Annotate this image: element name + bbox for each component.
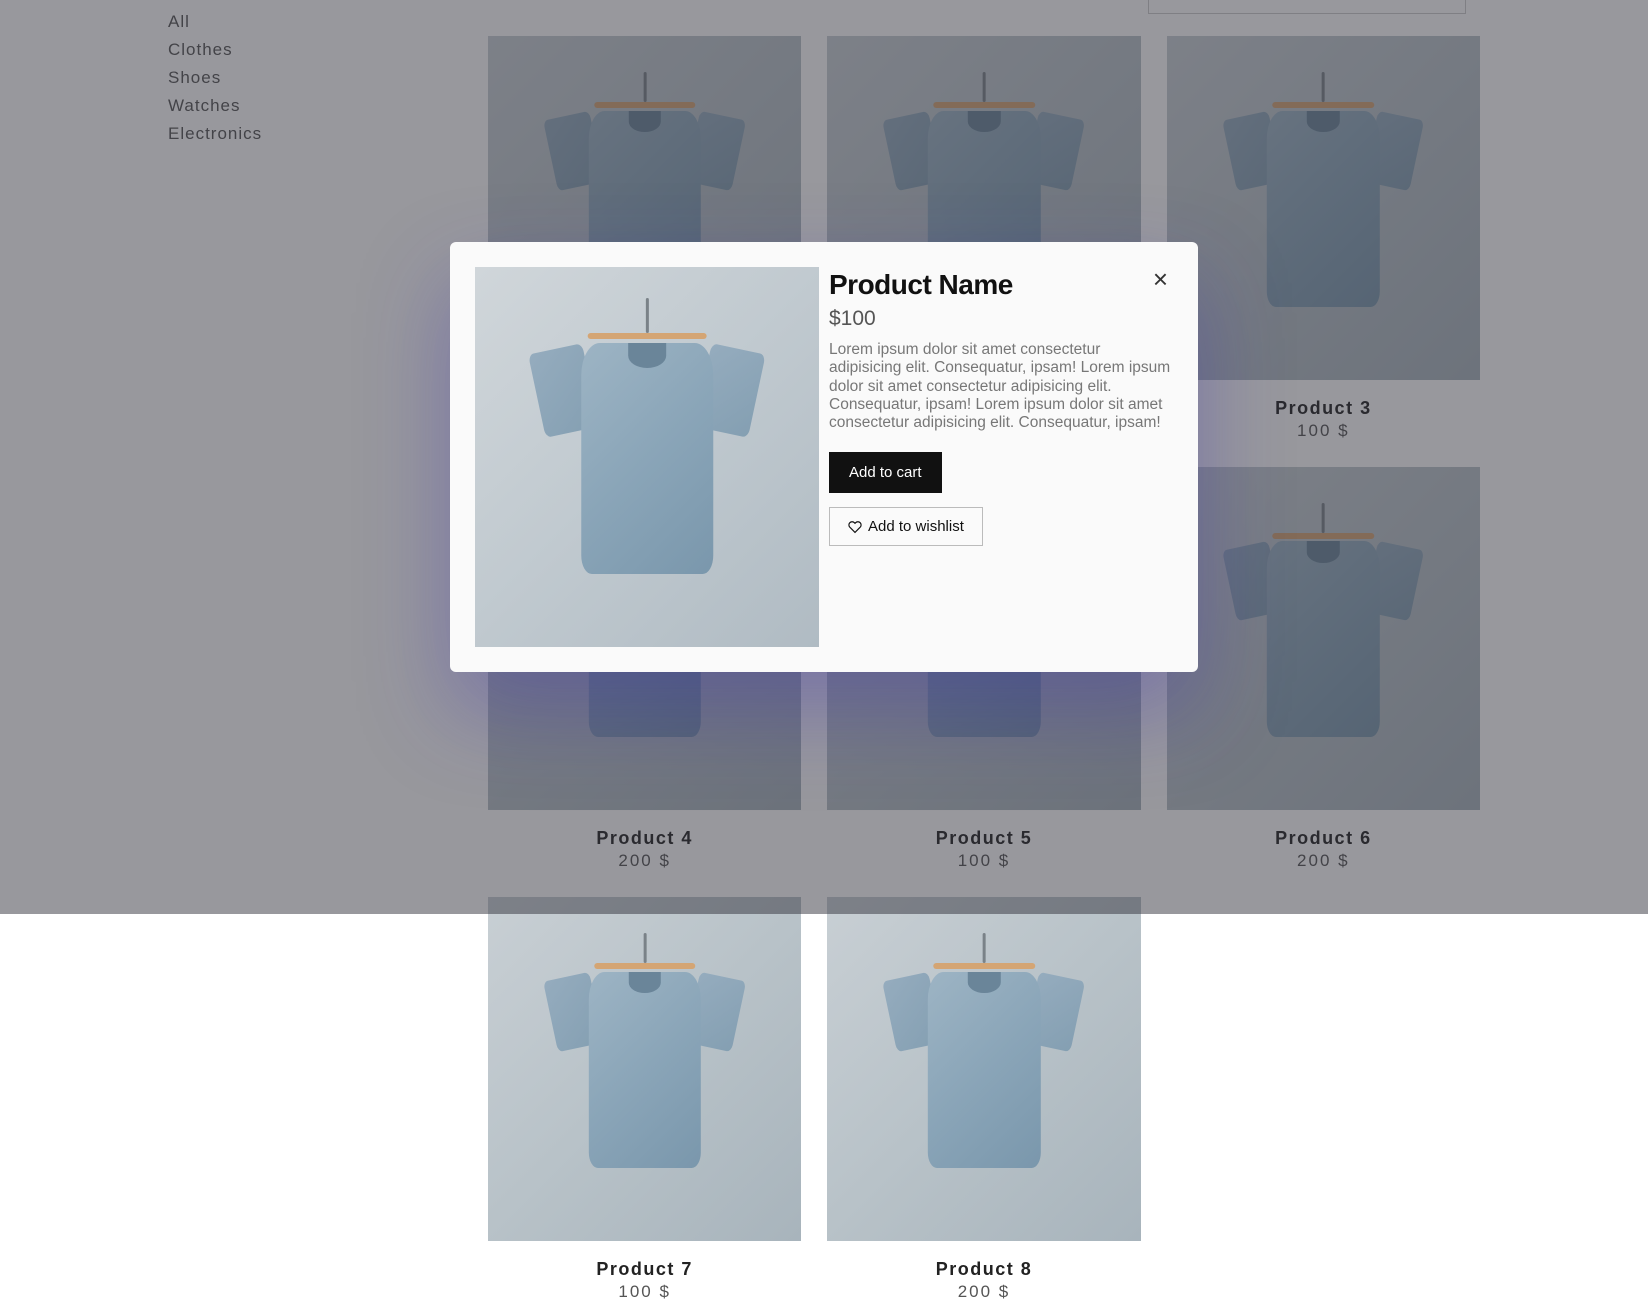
modal-description: Lorem ipsum dolor sit amet consectetur a… (829, 341, 1173, 432)
add-to-cart-button[interactable]: Add to cart (829, 452, 942, 493)
product-detail-modal: Product Name $100 Lorem ipsum dolor sit … (450, 242, 1198, 672)
wishlist-label: Add to wishlist (868, 518, 964, 535)
product-name: Product 8 (827, 1259, 1140, 1280)
modal-title: Product Name (829, 269, 1173, 301)
modal-content: Product Name $100 Lorem ipsum dolor sit … (829, 267, 1173, 647)
modal-product-image (475, 267, 819, 647)
product-image (488, 897, 801, 1241)
product-name: Product 7 (488, 1259, 801, 1280)
product-image (827, 897, 1140, 1241)
product-price: 100 $ (488, 1282, 801, 1302)
close-icon[interactable]: × (1153, 266, 1168, 292)
modal-price: $100 (829, 307, 1173, 331)
product-card[interactable]: Product 8 200 $ (827, 897, 1140, 1302)
heart-icon (848, 520, 862, 534)
modal-overlay[interactable]: Product Name $100 Lorem ipsum dolor sit … (0, 0, 1648, 914)
product-card[interactable]: Product 7 100 $ (488, 897, 801, 1302)
product-price: 200 $ (827, 1282, 1140, 1302)
add-to-wishlist-button[interactable]: Add to wishlist (829, 507, 983, 546)
